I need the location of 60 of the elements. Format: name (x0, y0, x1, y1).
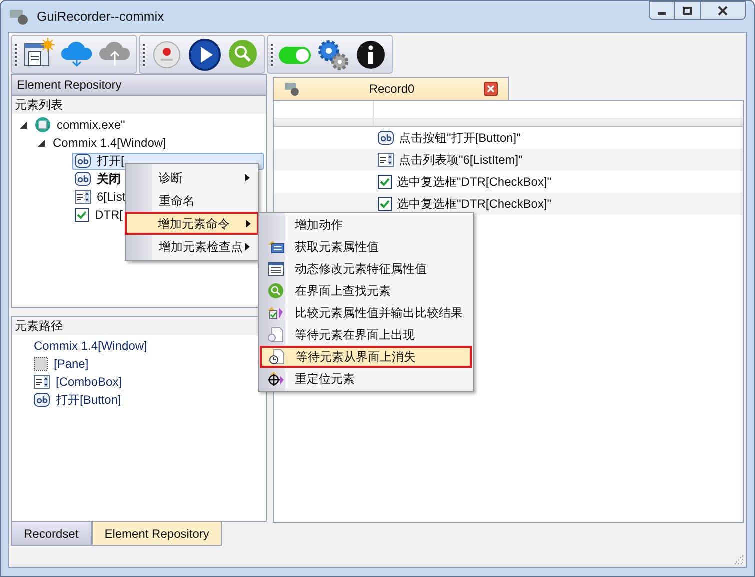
menu-item[interactable]: 动态修改元素特征属性值 (259, 258, 473, 280)
checkbox-element-icon (378, 175, 392, 189)
tab-title: Record0 (368, 81, 416, 98)
checkbox-element-icon (75, 208, 89, 222)
list-element-icon (378, 153, 394, 167)
document-tab[interactable]: Record0 (273, 77, 509, 100)
form-icon (268, 262, 284, 276)
tree-item[interactable]: DTR[ (72, 206, 128, 224)
submenu-arrow-icon (245, 174, 250, 182)
panel-header: Element Repository (11, 74, 267, 96)
resize-grip-icon[interactable] (734, 555, 744, 565)
button-element-icon (378, 131, 394, 145)
path-item[interactable]: [Pane] (34, 355, 89, 373)
menu-item[interactable]: 等待元素从界面上消失 (260, 346, 472, 368)
play-icon (188, 38, 222, 72)
crosshair-icon (267, 371, 285, 387)
section-header: 元素列表 (12, 96, 266, 114)
button-element-icon (34, 393, 50, 407)
button-element-icon (75, 172, 91, 186)
expand-arrow-icon[interactable] (20, 122, 27, 128)
checkbox-element-icon (378, 197, 392, 211)
tree-item[interactable]: Commix 1.4[Window] (50, 134, 172, 152)
gears-icon (316, 38, 350, 72)
submenu-arrow-icon (245, 242, 250, 250)
play-button[interactable] (186, 36, 224, 72)
tree-item[interactable]: commix.exe" (32, 116, 130, 134)
menu-item[interactable]: 在界面上查找元素 (259, 280, 473, 302)
close-button[interactable] (701, 1, 746, 20)
panel-tab[interactable]: Recordset (11, 522, 92, 546)
property-card-icon (267, 239, 285, 255)
path-item[interactable]: Commix 1.4[Window] (34, 337, 148, 355)
panel-tab[interactable]: Element Repository (92, 522, 222, 546)
compare-icon (267, 305, 285, 321)
submenu-arrow-icon (246, 220, 251, 228)
close-tab-button[interactable] (484, 82, 498, 96)
path-item[interactable]: [ComboBox] (34, 373, 122, 391)
path-item[interactable]: 打开[Button] (34, 391, 122, 409)
button-element-icon (75, 154, 91, 168)
menu-item[interactable]: 重定位元素 (259, 368, 473, 390)
menu-item[interactable]: 增加元素命令 (125, 212, 259, 235)
expand-arrow-icon[interactable] (38, 140, 45, 146)
tree-item[interactable]: 关闭 (72, 170, 126, 188)
menu-item[interactable]: 增加动作 (259, 214, 473, 236)
application-icon (35, 117, 51, 133)
list-element-icon (34, 375, 50, 389)
keyboard-mouse-icon (9, 8, 29, 26)
minimize-button[interactable] (649, 1, 675, 20)
menu-item[interactable]: 获取元素属性值 (259, 236, 473, 258)
search-icon (268, 283, 284, 299)
maximize-button[interactable] (675, 1, 701, 20)
close-icon (718, 6, 728, 16)
page-icon (268, 327, 284, 343)
menu-item[interactable]: 增加元素检查点 (126, 235, 258, 258)
list-element-icon (75, 190, 91, 204)
pane-element-icon (34, 357, 48, 371)
keyboard-mouse-icon (284, 82, 300, 96)
record-step[interactable]: 点击按钮"打开[Button]" (378, 129, 521, 147)
record-step[interactable]: 选中复选框"DTR[CheckBox]" (378, 173, 552, 191)
timer-page-icon (269, 349, 285, 365)
window-title: GuiRecorder--commix (37, 8, 164, 26)
